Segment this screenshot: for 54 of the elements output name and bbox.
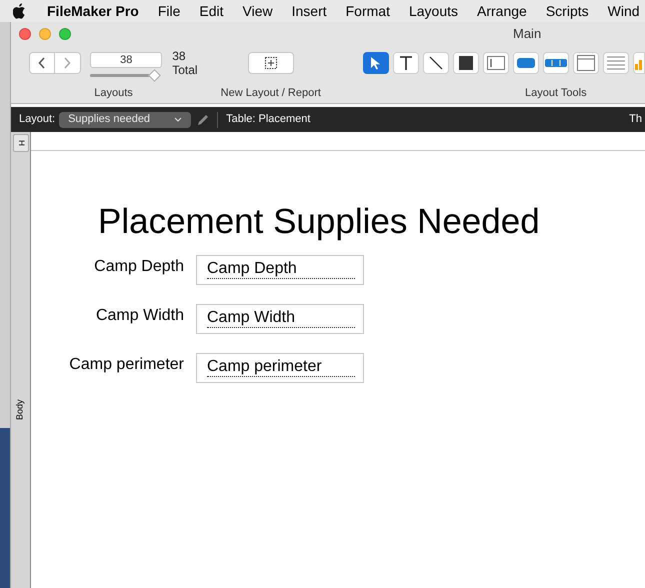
new-layout-icon bbox=[264, 57, 277, 69]
field-box[interactable]: Camp perimeter bbox=[196, 353, 364, 383]
field-box[interactable]: Camp Depth bbox=[196, 255, 364, 285]
chevron-right-icon bbox=[63, 57, 72, 69]
app-menu[interactable]: FileMaker Pro bbox=[47, 0, 139, 22]
field-name: Camp perimeter bbox=[207, 358, 355, 377]
back-button[interactable] bbox=[28, 52, 55, 74]
chevron-left-icon bbox=[38, 57, 46, 69]
text-tool-icon bbox=[399, 55, 413, 71]
layout-dropdown[interactable]: Supplies needed bbox=[59, 112, 192, 128]
field-name: Camp Depth bbox=[207, 260, 355, 279]
zoom-button[interactable] bbox=[59, 28, 71, 40]
button-bar-icon bbox=[545, 59, 567, 67]
close-button[interactable] bbox=[19, 28, 31, 40]
apple-logo-icon bbox=[13, 3, 27, 19]
line-tool-icon bbox=[429, 56, 443, 70]
menu-item[interactable]: Edit bbox=[199, 0, 224, 22]
list-tool-icon bbox=[607, 56, 625, 70]
field-label: Camp Width bbox=[94, 306, 184, 326]
field-box[interactable]: Camp Width bbox=[196, 304, 364, 334]
slider-thumb[interactable] bbox=[148, 69, 162, 82]
square-icon bbox=[459, 56, 473, 70]
field-label: Camp perimeter bbox=[68, 355, 184, 375]
menu-item[interactable]: View bbox=[242, 0, 273, 22]
total-label: Total bbox=[172, 63, 198, 77]
layout-bar-text: Th bbox=[629, 112, 642, 128]
menu-item[interactable]: Scripts bbox=[546, 0, 589, 22]
slider[interactable] bbox=[90, 70, 160, 82]
field-tool-icon bbox=[487, 56, 505, 70]
field-name: Camp Width bbox=[207, 309, 355, 328]
chevron-down-icon bbox=[174, 117, 182, 122]
button-tool-icon bbox=[517, 58, 535, 68]
navigation-label: Layouts bbox=[94, 86, 134, 101]
menu-item[interactable]: File bbox=[158, 0, 180, 22]
menu-item[interactable]: Wind bbox=[608, 0, 640, 22]
window-title: Main bbox=[513, 24, 542, 43]
layout-number-field[interactable]: 38 bbox=[90, 52, 162, 68]
portal-tool-icon bbox=[577, 55, 595, 71]
pointer-icon bbox=[370, 56, 382, 70]
layout-count: 38 bbox=[172, 49, 187, 63]
layout-label: Layout: bbox=[19, 112, 56, 128]
menu-item[interactable]: Layouts bbox=[408, 0, 458, 22]
menu-item[interactable]: Format bbox=[346, 0, 390, 22]
table-label: Table: Placement bbox=[226, 112, 310, 128]
pencil-icon[interactable] bbox=[197, 114, 210, 126]
layout-title: Placement Supplies Needed bbox=[98, 202, 541, 242]
menu-item[interactable]: Insert bbox=[292, 0, 327, 22]
menu-item[interactable]: Arrange bbox=[477, 0, 527, 22]
body-part-label[interactable]: Body bbox=[14, 400, 28, 420]
new-layout-label: New Layout / Report bbox=[220, 86, 321, 101]
field-label: Camp Depth bbox=[93, 257, 184, 277]
layout-tools-label: Layout Tools bbox=[525, 86, 588, 101]
new-layout-button[interactable] bbox=[248, 52, 294, 74]
header-part-tab[interactable]: H bbox=[12, 134, 28, 152]
